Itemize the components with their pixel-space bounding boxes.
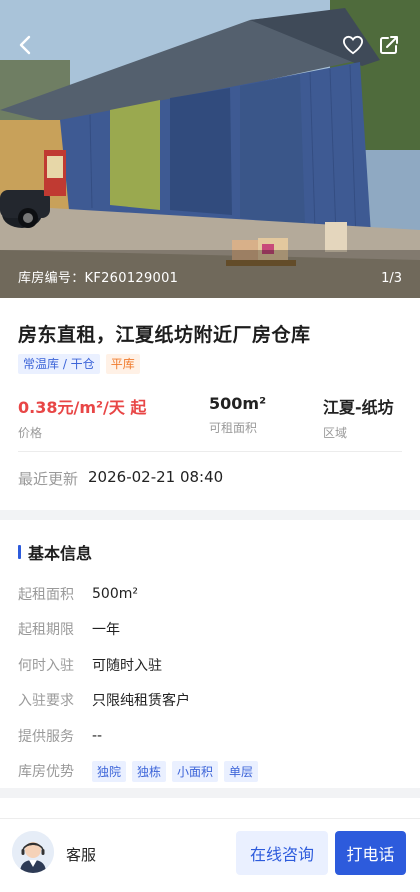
- bottom-action-bar: 客服 在线咨询 打电话: [0, 818, 420, 892]
- info-key: 库房优势: [18, 764, 74, 781]
- warehouse-code: 库房编号：KF260129001: [18, 271, 179, 286]
- listing-title: 房东直租，江夏纸坊附近厂房仓库: [18, 324, 311, 346]
- area-value: 500m²: [209, 394, 267, 413]
- info-row: 入驻要求 只限纯租赁客户: [18, 683, 258, 719]
- info-value: 500m²: [92, 585, 138, 602]
- customer-service-avatar[interactable]: [12, 831, 54, 873]
- info-row-advantages: 库房优势 独院 独栋 小面积 单层: [18, 754, 259, 790]
- divider: [18, 451, 402, 452]
- stat-region: 江夏-纸坊 区域: [323, 394, 394, 441]
- advantage-chip: 独栋: [132, 760, 167, 782]
- info-key: 何时入驻: [18, 657, 74, 674]
- updated-label: 最近更新: [18, 470, 79, 488]
- section-title: 基本信息: [18, 540, 92, 564]
- listing-tags: 常温库 / 干仓 平库: [18, 354, 140, 374]
- image-pager: 1/3: [381, 271, 402, 286]
- price-label: 价格: [18, 426, 43, 440]
- info-rows: 起租面积 500m² 起租期限 一年 何时入驻 可随时入驻 入驻要求 只限纯租赁…: [18, 576, 259, 790]
- info-row: 提供服务 --: [18, 718, 258, 754]
- info-value: 可随时入驻: [92, 657, 162, 674]
- listing-stats: 0.38元/m²/天 起 价格 500m² 可租面积 江夏-纸坊 区域: [18, 394, 402, 442]
- agent-avatar-icon: [12, 831, 54, 873]
- price-value: 0.38元/m²/天 起: [18, 398, 147, 417]
- info-row: 何时入驻 可随时入驻: [18, 647, 258, 683]
- online-consult-button[interactable]: 在线咨询: [236, 831, 328, 875]
- info-key: 入驻要求: [18, 693, 74, 710]
- info-row: 起租面积 500m²: [18, 576, 258, 612]
- info-value: 一年: [92, 622, 120, 639]
- advantage-chip: 独院: [92, 760, 127, 782]
- info-value: --: [92, 727, 103, 744]
- stat-price: 0.38元/m²/天 起 价格: [18, 394, 146, 441]
- back-button[interactable]: [10, 30, 40, 60]
- advantage-chips: 独院 独栋 小面积 单层: [92, 760, 259, 782]
- advantage-chip: 小面积: [172, 760, 219, 782]
- share-icon: [380, 36, 398, 54]
- listing-summary-card: 房东直租，江夏纸坊附近厂房仓库 常温库 / 干仓 平库 0.38元/m²/天 起…: [0, 298, 420, 510]
- info-value: 只限纯租赁客户: [92, 693, 190, 710]
- advantage-chip: 单层: [224, 760, 259, 782]
- section-accent-bar: [18, 545, 21, 559]
- tag-building-type: 平库: [105, 354, 140, 374]
- customer-service-label[interactable]: 客服: [66, 844, 96, 865]
- favorite-button[interactable]: [338, 30, 368, 60]
- chevron-left-icon: [19, 35, 31, 55]
- info-row: 起租期限 一年: [18, 612, 258, 648]
- info-key: 起租面积: [18, 586, 74, 603]
- section-title-text: 基本信息: [28, 544, 93, 563]
- info-key: 起租期限: [18, 622, 74, 639]
- call-button[interactable]: 打电话: [335, 831, 406, 875]
- updated-value: 2026-02-21 08:40: [88, 468, 224, 486]
- area-label: 可租面积: [209, 421, 258, 435]
- share-button[interactable]: [374, 30, 404, 60]
- info-key: 提供服务: [18, 728, 74, 745]
- basic-info-card: 基本信息 起租面积 500m² 起租期限 一年 何时入驻 可随时入驻 入驻要求 …: [0, 520, 420, 788]
- stat-area: 500m² 可租面积: [209, 394, 266, 436]
- last-updated: 最近更新 2026-02-21 08:40: [18, 468, 223, 489]
- tag-storage-type: 常温库 / 干仓: [18, 354, 100, 374]
- hero-image[interactable]: 库房编号：KF260129001 1/3: [0, 0, 420, 298]
- region-label: 区域: [323, 426, 348, 440]
- region-value: 江夏-纸坊: [323, 398, 394, 417]
- heart-icon: [342, 35, 364, 55]
